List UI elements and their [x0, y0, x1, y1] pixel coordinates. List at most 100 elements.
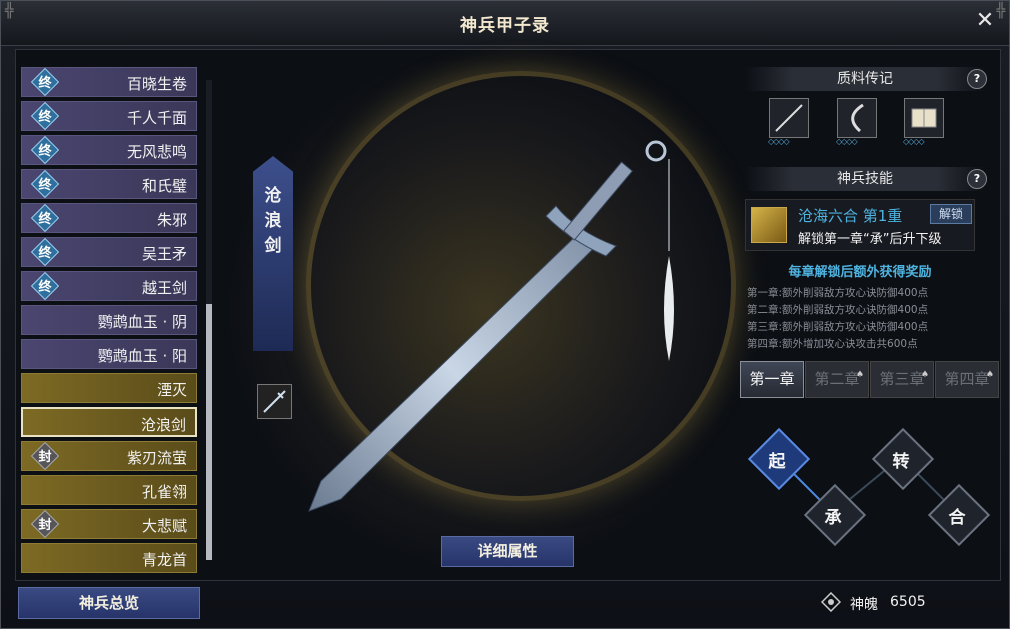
list-item-label: 紫刃流萤 [126, 449, 187, 467]
chapter-2-label: 第二章 [814, 370, 860, 388]
list-item-label: 鹦鹉血玉 · 阳 [97, 347, 187, 365]
window: ╬ ╬ 神兵甲子录 ✕ 终百晓生卷终千人千面终无风悲鸣终和氏璧终朱邪终吴王矛终越… [0, 0, 1010, 629]
currency-value: 6505 [890, 594, 926, 610]
list-item-label: 越王剑 [141, 279, 187, 297]
tab-chapter-4[interactable]: 第四章 ♠ [935, 361, 999, 398]
skill-icon[interactable] [751, 207, 787, 243]
final-badge-icon: 终 [30, 135, 60, 165]
list-item[interactable]: 终 无风悲鸣 [21, 135, 197, 165]
list-item[interactable]: 鹦鹉血玉 · 阳 [21, 339, 197, 369]
close-icon[interactable]: ✕ [973, 9, 997, 33]
lore-slot-2[interactable]: ◇◇◇◇ [836, 98, 877, 146]
sword-thumb-icon [263, 390, 286, 413]
list-item[interactable]: 终 朱邪 [21, 203, 197, 233]
list-item-label: 大悲赋 [141, 517, 187, 535]
skill-description: 解锁第一章“承”后升下级 [798, 232, 942, 247]
overview-button[interactable]: 神兵总览 [18, 587, 200, 619]
node-zhuan-label: 转 [892, 452, 910, 472]
list-item[interactable]: 沧浪剑 [21, 407, 197, 437]
badge-label: 终 [38, 178, 52, 193]
list-item[interactable]: 封 大悲赋 [21, 509, 197, 539]
progress-diamonds: ◇◇◇◇ [836, 137, 858, 146]
soul-currency-icon [821, 592, 841, 612]
badge-label: 终 [38, 144, 52, 159]
node-qi-label: 起 [768, 452, 786, 472]
lore-slot-1[interactable]: ◇◇◇◇ [768, 98, 809, 146]
tab-chapter-2[interactable]: 第二章 ♠ [805, 361, 869, 398]
list-item-label: 青龙首 [141, 551, 187, 569]
list-item-label: 沧浪剑 [140, 416, 186, 434]
chapter-4-label: 第四章 [944, 370, 990, 388]
seal-badge-icon: 封 [30, 441, 60, 471]
progress-diamonds: ◇◇◇◇ [768, 137, 790, 146]
list-item[interactable]: 终 千人千面 [21, 101, 197, 131]
badge-label: 终 [38, 110, 52, 125]
reward-line: 第二章:额外削弱敌方攻心诀防御400点 [747, 304, 929, 316]
detail-attributes-button[interactable]: 详细属性 [441, 536, 574, 567]
list-item[interactable]: 鹦鹉血玉 · 阴 [21, 305, 197, 335]
final-badge-icon: 终 [30, 237, 60, 267]
badge-label: 终 [38, 76, 52, 91]
sword-illustration [308, 140, 674, 512]
weapon-list: 终百晓生卷终千人千面终无风悲鸣终和氏璧终朱邪终吴王矛终越王剑 鹦鹉血玉 · 阴鹦鹉… [21, 67, 197, 577]
badge-label: 终 [38, 246, 52, 261]
list-item[interactable]: 终 越王剑 [21, 271, 197, 301]
progress-diamonds: ◇◇◇◇ [903, 137, 925, 146]
lock-icon: ♠ [855, 370, 864, 380]
crescent-blade-icon [851, 103, 864, 133]
list-item-label: 百晓生卷 [126, 75, 187, 93]
unlock-button[interactable]: 解锁 [930, 204, 972, 224]
reward-line: 第一章:额外削弱敌方攻心诀防御400点 [747, 287, 929, 299]
tab-chapter-1[interactable]: 第一章 [740, 361, 804, 398]
list-item-label: 湮灭 [156, 381, 187, 399]
final-badge-icon: 终 [30, 203, 60, 233]
skill-section-title: 神兵技能 [745, 167, 985, 191]
reward-line: 第四章:额外增加攻心诀攻击共600点 [747, 338, 918, 350]
title-bar: ╬ ╬ 神兵甲子录 ✕ [1, 1, 1009, 46]
list-item-label: 孔雀翎 [141, 483, 187, 501]
badge-label: 封 [38, 518, 52, 533]
weapon-name-banner: 沧浪剑 [253, 156, 293, 351]
node-he-label: 合 [948, 508, 966, 528]
lock-icon: ♠ [985, 370, 994, 380]
list-scrollbar[interactable] [206, 80, 212, 560]
list-item-label: 和氏璧 [141, 177, 187, 195]
lore-section-title: 质料传记 [745, 67, 985, 91]
list-item[interactable]: 终 吴王矛 [21, 237, 197, 267]
final-badge-icon: 终 [30, 101, 60, 131]
badge-label: 终 [38, 212, 52, 227]
list-item-label: 千人千面 [126, 109, 187, 127]
sword-item-icon [775, 104, 803, 132]
scrollbar-thumb[interactable] [206, 304, 212, 560]
final-badge-icon: 终 [30, 271, 60, 301]
currency-label: 神魄 [850, 597, 878, 613]
badge-label: 封 [38, 450, 52, 465]
chapter-3-label: 第三章 [879, 370, 925, 388]
list-item-label: 无风悲鸣 [126, 143, 187, 161]
list-item[interactable]: 湮灭 [21, 373, 197, 403]
final-badge-icon: 终 [30, 67, 60, 97]
reward-heading: 每章解锁后额外获得奖励 [788, 265, 932, 280]
book-icon [911, 108, 937, 128]
list-item-label: 吴王矛 [141, 245, 187, 263]
node-cheng-label: 承 [824, 508, 842, 528]
list-item-label: 朱邪 [156, 211, 187, 229]
list-item-label: 鹦鹉血玉 · 阴 [97, 313, 187, 331]
lock-icon: ♠ [920, 370, 929, 380]
reward-line: 第三章:额外削弱敌方攻心诀防御400点 [747, 321, 929, 333]
weapon-thumbnail[interactable] [257, 384, 292, 419]
skill-card: 沧海六合 第1重 解锁 解锁第一章“承”后升下级 [745, 199, 975, 251]
list-item[interactable]: 青龙首 [21, 543, 197, 573]
lore-help-icon[interactable]: ? [967, 69, 987, 89]
tab-chapter-3[interactable]: 第三章 ♠ [870, 361, 934, 398]
list-item[interactable]: 孔雀翎 [21, 475, 197, 505]
lore-slot-3[interactable]: ◇◇◇◇ [903, 98, 944, 146]
badge-label: 终 [38, 280, 52, 295]
list-item[interactable]: 封 紫刃流萤 [21, 441, 197, 471]
list-item[interactable]: 终 和氏璧 [21, 169, 197, 199]
list-item[interactable]: 终 百晓生卷 [21, 67, 197, 97]
weapon-name: 沧浪剑 [264, 186, 282, 256]
final-badge-icon: 终 [30, 169, 60, 199]
window-title: 神兵甲子录 [460, 16, 550, 36]
skill-help-icon[interactable]: ? [967, 169, 987, 189]
